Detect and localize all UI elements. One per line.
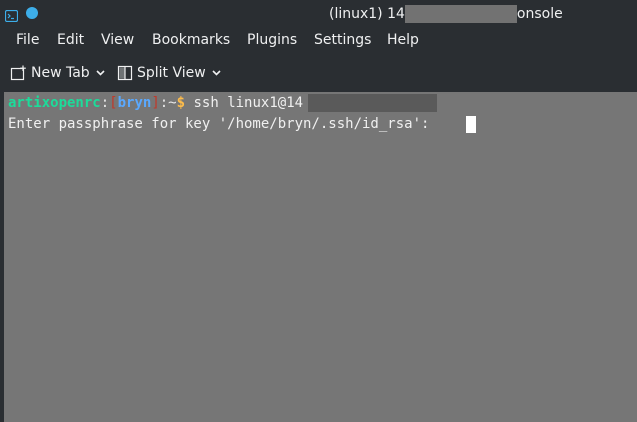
chevron-down-icon[interactable] <box>96 70 105 76</box>
new-tab-icon <box>10 65 27 81</box>
menu-settings[interactable]: Settings <box>314 31 371 49</box>
prompt-host: artixopenrc <box>8 95 101 111</box>
split-view-label: Split View <box>137 65 206 81</box>
passphrase-prompt: Enter passphrase for key '/home/bryn/.ss… <box>8 116 438 132</box>
terminal-area[interactable]: artixopenrc:[bryn]:~$ ssh linux1@14 Ente… <box>4 92 637 422</box>
prompt-path: :~ <box>159 95 177 111</box>
konsole-window: (linux1) 14 onsole File Edit View Bookmar… <box>0 0 637 422</box>
chevron-down-icon[interactable] <box>212 70 221 76</box>
split-view-button[interactable]: Split View <box>117 64 221 82</box>
prompt-line: artixopenrc:[bryn]:~$ ssh linux1@14 <box>8 94 303 113</box>
menu-file[interactable]: File <box>16 31 39 49</box>
window-title: (linux1) 14 onsole <box>329 5 563 23</box>
command-text: ssh linux1@14 <box>185 95 304 111</box>
split-view-icon <box>117 65 133 81</box>
menu-bar: File Edit View Bookmarks Plugins Setting… <box>0 28 637 52</box>
prompt-user: bryn <box>117 95 152 111</box>
redacted-block <box>404 5 517 23</box>
text-cursor <box>466 116 476 133</box>
new-tab-label: New Tab <box>31 65 90 81</box>
menu-view[interactable]: View <box>101 31 134 49</box>
prompt-close-bracket: ] <box>151 95 160 111</box>
prompt-open-bracket: [ <box>109 95 118 111</box>
toolbar: New Tab Split View <box>0 56 637 88</box>
new-tab-button[interactable]: New Tab <box>10 64 105 82</box>
prompt-symbol: $ <box>176 95 186 111</box>
menu-edit[interactable]: Edit <box>57 31 84 49</box>
redacted-block <box>308 94 437 112</box>
window-title-left: (linux1) 14 <box>329 6 405 22</box>
menu-bookmarks[interactable]: Bookmarks <box>152 31 230 49</box>
prompt-separator: : <box>100 95 110 111</box>
title-bar[interactable]: (linux1) 14 onsole <box>0 0 637 28</box>
menu-help[interactable]: Help <box>387 31 419 49</box>
keep-above-button[interactable] <box>26 7 38 19</box>
window-title-right: onsole <box>516 6 563 22</box>
menu-plugins[interactable]: Plugins <box>247 31 297 49</box>
terminal-app-icon[interactable] <box>4 7 19 23</box>
